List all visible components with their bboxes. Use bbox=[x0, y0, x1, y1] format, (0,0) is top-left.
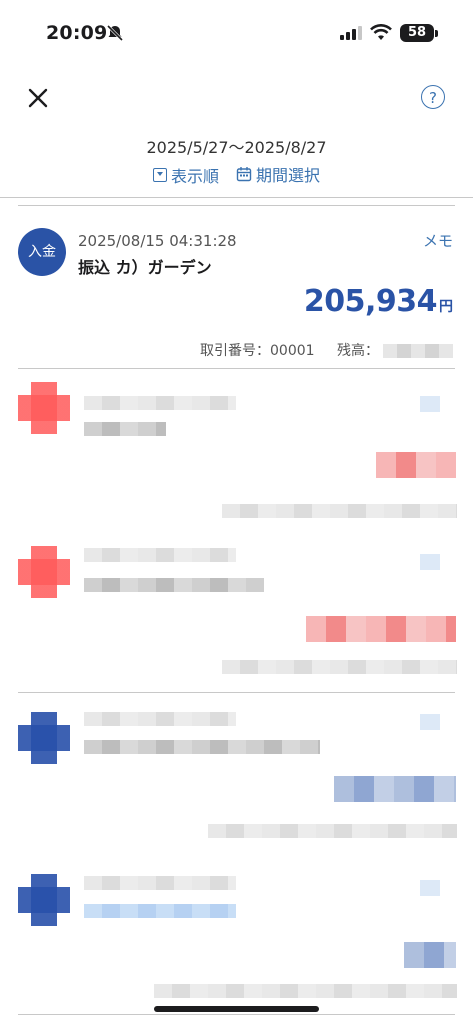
status-bar: 20:09 58 bbox=[0, 0, 473, 70]
redacted-badge bbox=[18, 546, 70, 598]
redacted-memo bbox=[420, 714, 440, 730]
memo-link[interactable]: メモ bbox=[423, 230, 453, 251]
redacted-row[interactable] bbox=[0, 696, 473, 856]
currency-unit: 円 bbox=[439, 299, 453, 315]
period-range: 2025/5/27〜2025/8/27 bbox=[146, 138, 327, 157]
transaction-meta: 取引番号：00001 残高： bbox=[200, 340, 453, 360]
redacted-meta bbox=[208, 824, 457, 838]
redacted-meta bbox=[154, 984, 457, 998]
balance-label: 残高： bbox=[337, 343, 379, 359]
wifi-icon bbox=[370, 24, 392, 40]
transaction-description: 振込 カ）ガーデン bbox=[78, 258, 212, 277]
redacted-memo bbox=[420, 880, 440, 896]
redacted-amount bbox=[306, 616, 456, 642]
question-icon: ? bbox=[429, 89, 437, 107]
sort-order-label: 表示順 bbox=[170, 167, 219, 186]
home-indicator bbox=[154, 1006, 319, 1012]
redacted-row[interactable] bbox=[0, 372, 473, 532]
redacted-badge bbox=[18, 874, 70, 926]
balance-redacted bbox=[383, 344, 453, 358]
redacted-text bbox=[84, 876, 236, 890]
bell-muted-icon bbox=[106, 24, 124, 42]
redacted-row[interactable] bbox=[0, 534, 473, 689]
transaction-datetime: 2025/08/15 04:31:28 bbox=[78, 232, 237, 250]
redacted-text bbox=[84, 904, 236, 918]
redacted-row[interactable] bbox=[0, 860, 473, 1006]
amount-value: 205,934 bbox=[303, 284, 438, 319]
row-divider bbox=[18, 368, 455, 369]
redacted-text bbox=[84, 422, 166, 436]
close-button[interactable] bbox=[24, 84, 52, 112]
redacted-badge bbox=[18, 712, 70, 764]
filter-bar: 表示順 期間選択 bbox=[0, 162, 473, 187]
sort-order-button[interactable]: 表示順 bbox=[152, 163, 219, 187]
dropdown-box-icon bbox=[152, 168, 167, 182]
row-divider bbox=[18, 1014, 455, 1015]
header-divider bbox=[0, 197, 473, 198]
redacted-text bbox=[84, 578, 264, 592]
redacted-amount bbox=[376, 452, 456, 478]
calendar-icon bbox=[236, 167, 252, 182]
deposit-badge: 入金 bbox=[18, 228, 66, 276]
redacted-meta bbox=[222, 504, 457, 518]
transaction-amount: 205,934 円 bbox=[304, 284, 453, 319]
row-divider bbox=[18, 692, 455, 693]
period-select-label: 期間選択 bbox=[256, 166, 321, 185]
redacted-memo bbox=[420, 396, 440, 412]
redacted-text bbox=[84, 740, 320, 754]
help-button[interactable]: ? bbox=[421, 85, 445, 109]
redacted-text bbox=[84, 548, 236, 562]
redacted-text bbox=[84, 396, 236, 410]
redacted-meta bbox=[222, 660, 457, 674]
period-select-button[interactable]: 期間選択 bbox=[236, 162, 320, 186]
transaction-number: 取引番号：00001 bbox=[200, 343, 315, 359]
redacted-memo bbox=[420, 554, 440, 570]
cellular-signal-icon bbox=[340, 26, 362, 40]
battery-tip bbox=[435, 30, 438, 37]
redacted-amount bbox=[404, 942, 456, 968]
redacted-badge bbox=[18, 382, 70, 434]
status-time: 20:09 bbox=[46, 22, 108, 44]
redacted-amount bbox=[334, 776, 456, 802]
redacted-text bbox=[84, 712, 236, 726]
battery-indicator: 58 bbox=[400, 24, 434, 42]
transaction-row[interactable]: 入金 2025/08/15 04:31:28 振込 カ）ガーデン メモ 205,… bbox=[0, 206, 473, 368]
